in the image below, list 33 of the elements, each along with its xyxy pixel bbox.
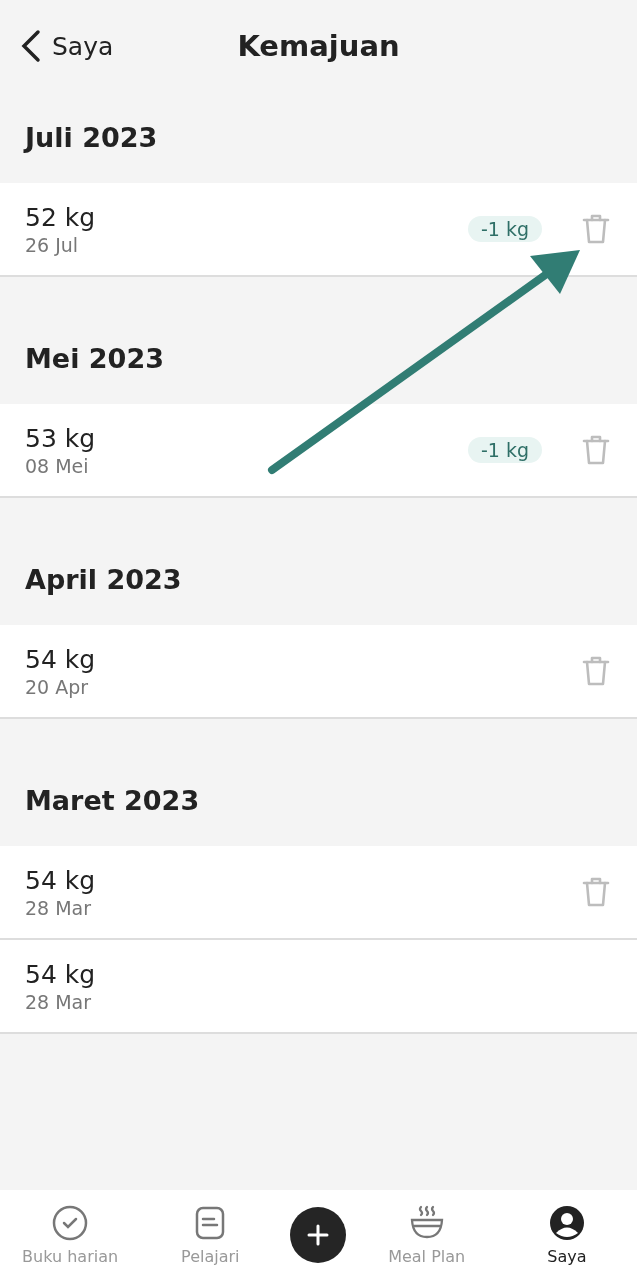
entry-date: 28 Mar: [25, 990, 93, 1013]
bowl-icon: [408, 1204, 445, 1241]
entry-date: 20 Apr: [25, 675, 90, 698]
entry-date: 28 Mar: [25, 896, 93, 919]
weight-entry[interactable]: 52 kg 26 Jul -1 kg: [0, 183, 637, 277]
weight-value: 54 kg: [25, 865, 97, 895]
trash-icon[interactable]: [582, 655, 610, 687]
page-title: Kemajuan: [237, 29, 400, 63]
weight-change: -1 kg: [467, 437, 542, 463]
check-circle-icon: [52, 1204, 89, 1241]
entry-date: 26 Jul: [25, 233, 80, 256]
section-title: April 2023: [24, 563, 183, 597]
section-title: Juli 2023: [22, 121, 159, 155]
section-title: Mei 2023: [24, 342, 165, 376]
back-button[interactable]: Saya: [0, 29, 114, 63]
trash-icon[interactable]: [582, 213, 610, 245]
chevron-left-icon: [20, 29, 42, 63]
weight-entry[interactable]: 54 kg 20 Apr: [0, 625, 637, 719]
weight-entry[interactable]: 53 kg 08 Mei -1 kg: [0, 404, 637, 498]
weight-value: 52 kg: [25, 202, 97, 232]
section-title: Maret 2023: [24, 784, 201, 818]
weight-value: 53 kg: [25, 423, 97, 453]
weight-entry[interactable]: 54 kg 28 Mar: [0, 846, 637, 940]
entry-date: 08 Mei: [25, 454, 90, 477]
trash-icon[interactable]: [582, 876, 610, 908]
weight-entry[interactable]: 54 kg 28 Mar: [0, 940, 637, 1034]
profile-icon: [548, 1204, 585, 1241]
weight-change: -1 kg: [467, 216, 542, 242]
plus-icon: [307, 1224, 330, 1246]
nav-tab[interactable]: Saya: [506, 1204, 627, 1266]
weight-value: 54 kg: [25, 644, 97, 674]
weight-value: 54 kg: [25, 959, 97, 989]
trash-icon[interactable]: [582, 434, 610, 466]
